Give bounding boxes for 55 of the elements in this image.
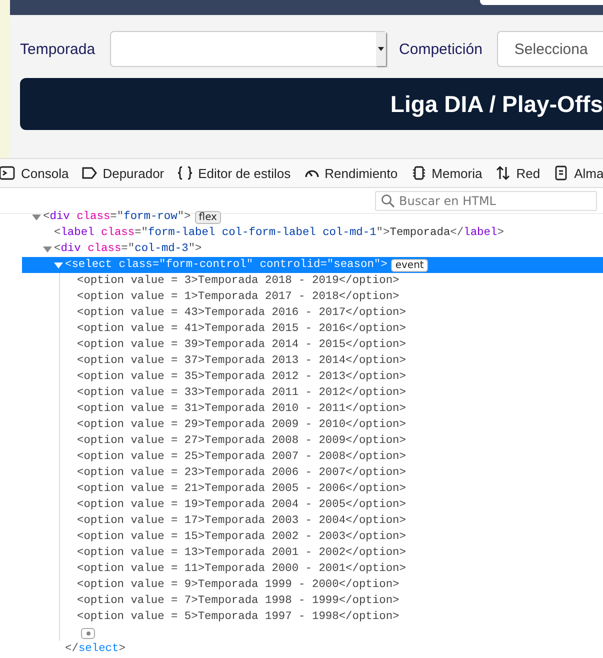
devtools-tab[interactable]: Editor de estilos bbox=[171, 159, 298, 187]
field-label: Temporada bbox=[20, 40, 96, 58]
search-field[interactable]: Buscar en HTML bbox=[375, 190, 597, 210]
tag-icon bbox=[82, 165, 98, 181]
markup-text: <option value = 31>Temporada 2010 - 2011</option> bbox=[77, 403, 406, 415]
devtools-tab[interactable]: Depurador bbox=[76, 159, 172, 187]
markup-text: <option value = 13>Temporada 2001 - 2002</option> bbox=[77, 547, 406, 559]
devtools-tab[interactable]: Red bbox=[489, 159, 548, 187]
select-field[interactable] bbox=[110, 31, 388, 67]
markup-text: <option value = 43>Temporada 2016 - 2017</option> bbox=[77, 307, 406, 319]
markup-text: <option value = 41>Temporada 2015 - 2016</option> bbox=[77, 323, 406, 335]
markup-text: <option value = 5>Temporada 1997 - 1998</option> bbox=[77, 611, 400, 623]
markup-text: <option value = 19>Temporada 2004 - 2005</option> bbox=[77, 499, 406, 511]
expand-arrow-icon[interactable] bbox=[54, 260, 65, 270]
markup-text: <label class="form-label col-form-label col-md-1">Temporada</label> bbox=[54, 227, 504, 239]
markup-text: <option value = 23>Temporada 2006 - 2007</option> bbox=[77, 467, 406, 479]
expand-arrow-icon[interactable] bbox=[32, 212, 43, 222]
markup-text: <option value = 17>Temporada 2003 - 2004</option> bbox=[77, 515, 406, 527]
devtools-tab[interactable]: Consola bbox=[0, 159, 76, 187]
document-icon bbox=[553, 165, 570, 181]
markup-text: <div class="col-md-3"> bbox=[54, 243, 202, 255]
markup-text: <option value = 15>Temporada 2002 - 2003</option> bbox=[77, 531, 406, 543]
chip-icon bbox=[410, 165, 427, 181]
whitespace-icon[interactable] bbox=[81, 628, 95, 638]
select-field[interactable]: Selecciona bbox=[497, 31, 603, 67]
markup-text: <option value = 33>Temporada 2011 - 2012</option> bbox=[77, 387, 406, 399]
markup-text: </select> bbox=[65, 643, 126, 655]
markup-badge[interactable]: flex bbox=[194, 210, 221, 224]
markup-line[interactable]: <div class="col-md-3"> bbox=[43, 241, 603, 257]
markup-text: <option value = 9>Temporada 1999 - 2000</option> bbox=[77, 579, 400, 591]
markup-text: <option value = 35>Temporada 2012 - 2013</option> bbox=[77, 371, 406, 383]
markup-text: <option value = 7>Temporada 1998 - 1999</option> bbox=[77, 595, 400, 607]
markup-text: <option value = 1>Temporada 2017 - 2018</option> bbox=[77, 291, 400, 303]
markup-text: <div class="form-row"> bbox=[43, 211, 191, 223]
markup-text: <option value = 29>Temporada 2009 - 2010</option> bbox=[77, 419, 406, 431]
markup-line[interactable]: <div class="form-row"> flex bbox=[32, 209, 603, 225]
markup-text: <option value = 3>Temporada 2018 - 2019</option> bbox=[77, 275, 400, 287]
markup-text: <select class="form-control" controlid="season"> bbox=[65, 259, 388, 271]
devtools-tab[interactable]: Rendimiento bbox=[298, 159, 405, 187]
markup-text: <option value = 27>Temporada 2008 - 2009</option> bbox=[77, 435, 406, 447]
expand-arrow-icon[interactable] bbox=[43, 244, 54, 254]
markup-line[interactable]: <label class="form-label col-form-label col-md-1">Temporada</label> bbox=[43, 225, 603, 241]
markup-badge[interactable]: event bbox=[391, 258, 428, 272]
markup-text: <option value = 21>Temporada 2005 - 2006</option> bbox=[77, 483, 406, 495]
braces-icon bbox=[177, 165, 194, 181]
arrows-icon bbox=[495, 165, 512, 181]
markup-text: <option value = 11>Temporada 2000 - 2001</option> bbox=[77, 563, 406, 575]
devtools-tab[interactable]: Memoria bbox=[404, 159, 490, 187]
banner-title: Liga DIA / Play-Offs bbox=[390, 90, 603, 118]
field-label: Competición bbox=[399, 40, 482, 58]
markup-text: <option value = 39>Temporada 2014 - 2015</option> bbox=[77, 339, 406, 351]
markup-text: <option value = 25>Temporada 2007 - 2008</option> bbox=[77, 451, 406, 463]
caret-icon bbox=[378, 47, 384, 51]
console-icon bbox=[0, 165, 16, 181]
markup-text: <option value = 37>Temporada 2013 - 2014</option> bbox=[77, 355, 406, 367]
